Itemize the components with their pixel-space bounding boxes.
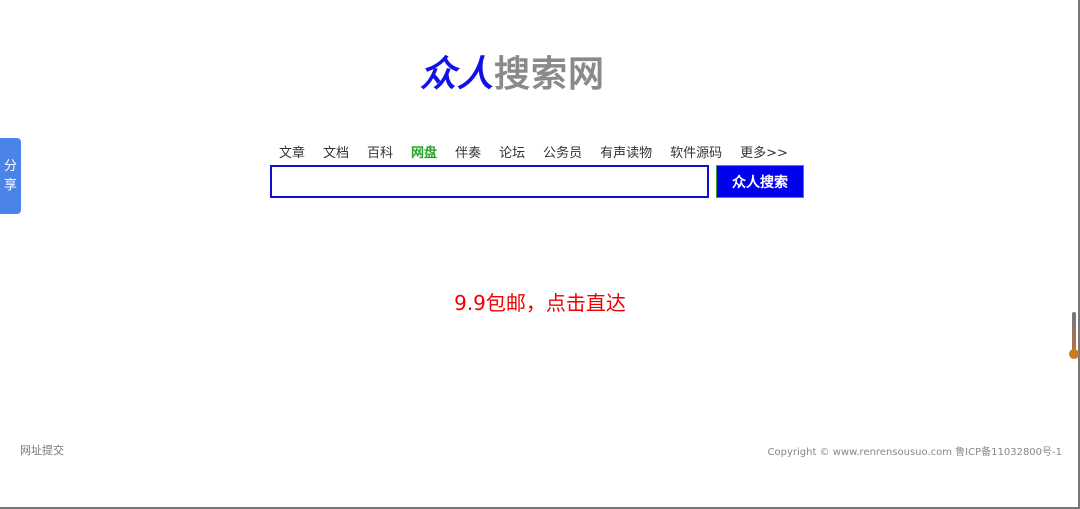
scroll-indicator[interactable] [1069,312,1079,359]
site-logo: 众人 搜索网 [420,50,605,95]
submit-url-link[interactable]: 网址提交 [20,442,64,458]
logo-text-part2: 搜索网 [494,54,606,95]
logo-text-part1: 众人 [420,53,495,95]
share-button[interactable]: 分 享 [0,138,21,214]
share-label: 分 [3,159,17,174]
nav-tab-software[interactable]: 软件源码 [670,142,722,161]
nav-tab-accompaniment[interactable]: 伴奏 [455,142,481,161]
search-button[interactable]: 众人搜索 [716,165,804,198]
promo-link[interactable]: 9.9包邮，点击直达 [0,287,1080,316]
nav-tab-more[interactable]: 更多>> [740,142,788,161]
share-label: 享 [3,178,17,193]
nav-tab-civil-service[interactable]: 公务员 [543,142,582,161]
copyright-text: Copyright © www.renrensousuo.com 鲁ICP备11… [767,447,1062,458]
nav-tab-wiki[interactable]: 百科 [367,142,393,161]
nav-tab-articles[interactable]: 文章 [279,142,305,161]
category-nav: 文章 文档 百科 网盘 伴奏 论坛 公务员 有声读物 软件源码 更多>> [279,142,806,161]
nav-tab-netdisk[interactable]: 网盘 [411,142,437,161]
nav-tab-audiobooks[interactable]: 有声读物 [600,142,652,161]
nav-tab-docs[interactable]: 文档 [323,142,349,161]
nav-tab-forum[interactable]: 论坛 [499,142,525,161]
search-input[interactable] [270,165,709,198]
